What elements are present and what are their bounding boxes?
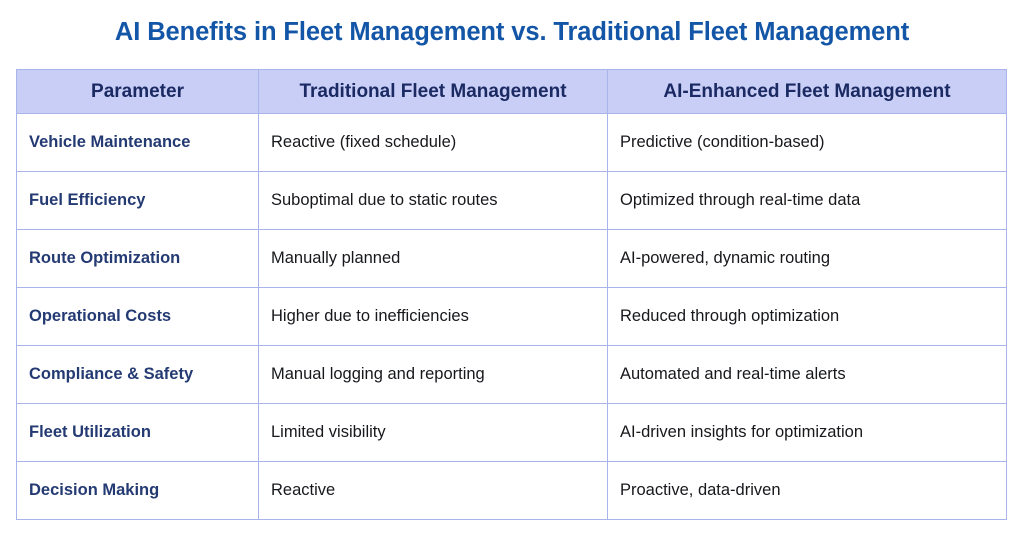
cell-ai-enhanced: Proactive, data-driven: [620, 481, 781, 499]
table-row: Operational Costs Higher due to ineffici…: [16, 287, 1007, 346]
cell-parameter: Fleet Utilization: [16, 403, 259, 462]
cell-parameter: Vehicle Maintenance: [16, 113, 259, 172]
table-row: Vehicle Maintenance Reactive (fixed sche…: [16, 113, 1007, 172]
table-row: Fleet Utilization Limited visibility AI-…: [16, 403, 1007, 462]
column-header-ai-enhanced-fleet-management: AI-Enhanced Fleet Management: [607, 69, 1007, 114]
cell-ai-enhanced: Predictive (condition-based): [607, 113, 1007, 172]
cell-parameter: Compliance & Safety: [16, 345, 259, 404]
table-header-row: Parameter Traditional Fleet Management A…: [16, 69, 1007, 114]
cell-parameter: Operational Costs: [16, 287, 259, 346]
cell-traditional: Higher due to inefficiencies: [258, 287, 608, 346]
cell-traditional: Reactive (fixed schedule): [258, 113, 608, 172]
table-row: Fuel Efficiency Suboptimal due to static…: [16, 171, 1007, 230]
comparison-table: Parameter Traditional Fleet Management A…: [16, 69, 1007, 520]
table-row: Compliance & Safety Manual logging and r…: [16, 345, 1007, 404]
cell-traditional: Manually planned: [258, 229, 608, 288]
cell-traditional: Manual logging and reporting: [258, 345, 608, 404]
column-header-traditional-fleet-management: Traditional Fleet Management: [258, 69, 608, 114]
cell-parameter: Fuel Efficiency: [16, 171, 259, 230]
cell-traditional: Limited visibility: [258, 403, 608, 462]
table-row: Decision Making Reactive Proactive, data…: [16, 461, 1007, 520]
column-header-parameter: Parameter: [16, 69, 259, 114]
page-title: AI Benefits in Fleet Management vs. Trad…: [114, 18, 910, 46]
cell-parameter: Decision Making: [16, 461, 259, 520]
cell-ai-enhanced: Optimized through real-time data: [607, 171, 1007, 230]
cell-ai-enhanced: Reduced through optimization: [607, 287, 1007, 346]
cell-traditional: Suboptimal due to static routes: [258, 171, 608, 230]
cell-traditional: Reactive: [258, 461, 608, 520]
cell-ai-enhanced: AI-driven insights for optimization: [607, 403, 1007, 462]
cell-ai-enhanced: Automated and real-time alerts: [607, 345, 1007, 404]
table-header: Parameter Traditional Fleet Management A…: [16, 69, 1007, 114]
table-body: Vehicle Maintenance Reactive (fixed sche…: [16, 113, 1007, 520]
comparison-table-container: Parameter Traditional Fleet Management A…: [16, 69, 1007, 520]
table-row: Route Optimization Manually planned AI-p…: [16, 229, 1007, 288]
cell-ai-enhanced: AI-powered, dynamic routing: [607, 229, 1007, 288]
comparison-table-page: AI Benefits in Fleet Management vs. Trad…: [0, 0, 1024, 538]
cell-parameter: Route Optimization: [16, 229, 259, 288]
